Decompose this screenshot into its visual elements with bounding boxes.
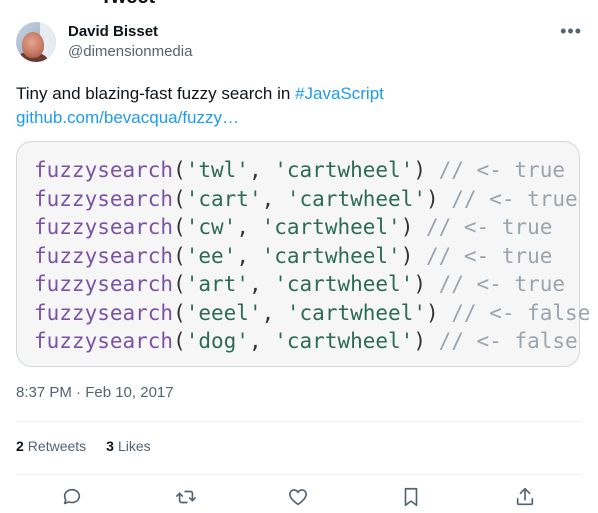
- code-query-string: 'art': [185, 272, 249, 296]
- code-punctuation: (: [173, 186, 186, 211]
- code-line: fuzzysearch('twl', 'cartwheel') // <- tr…: [34, 156, 590, 185]
- code-line: fuzzysearch('cart', 'cartwheel') // <- t…: [34, 185, 590, 214]
- code-query-string: 'cart': [185, 186, 262, 211]
- likes-label: Likes: [117, 438, 151, 454]
- code-comment: // <- true: [425, 215, 553, 239]
- code-query-string: 'cw': [185, 215, 237, 239]
- code-punctuation: ): [425, 186, 452, 211]
- code-function-name: fuzzysearch: [34, 300, 174, 325]
- code-punctuation: ): [413, 158, 439, 182]
- code-target-string: 'cartwheel': [274, 158, 414, 182]
- code-line: fuzzysearch('dog', 'cartwheel') // <- fa…: [34, 327, 590, 356]
- code-comment: // <- true: [451, 186, 578, 211]
- bookmark-icon[interactable]: [400, 486, 422, 508]
- code-function-name: fuzzysearch: [34, 272, 174, 296]
- code-line: fuzzysearch('eeel', 'cartwheel') // <- f…: [34, 299, 590, 328]
- code-target-string: 'cartwheel': [274, 272, 414, 296]
- retweets-label: Retweets: [27, 438, 87, 454]
- likes-count: 3: [106, 438, 114, 454]
- code-punctuation: ,: [261, 300, 287, 325]
- code-function-name: fuzzysearch: [34, 215, 174, 239]
- code-punctuation: ,: [236, 243, 262, 268]
- engagement-stats: 2 Retweets 3 Likes: [16, 438, 171, 454]
- code-query-string: 'ee': [185, 243, 237, 268]
- code-function-name: fuzzysearch: [34, 329, 174, 353]
- divider: [16, 474, 582, 475]
- author-handle[interactable]: @dimensionmedia: [68, 42, 192, 62]
- code-line: fuzzysearch('ee', 'cartwheel') // <- tru…: [34, 242, 590, 271]
- code-punctuation: ): [400, 243, 426, 268]
- code-query-string: 'eeel': [185, 300, 262, 325]
- likes-stat[interactable]: 3 Likes: [106, 438, 150, 454]
- code-punctuation: (: [173, 329, 186, 353]
- hashtag-link[interactable]: #JavaScript: [295, 84, 384, 103]
- code-punctuation: ,: [248, 158, 275, 182]
- retweets-stat[interactable]: 2 Retweets: [16, 438, 86, 454]
- code-function-name: fuzzysearch: [34, 243, 174, 268]
- code-comment: // <- true: [438, 158, 566, 182]
- author-display-name[interactable]: David Bisset: [68, 22, 192, 42]
- code-punctuation: ,: [248, 329, 275, 353]
- code-punctuation: ): [425, 300, 452, 325]
- retweet-icon[interactable]: [175, 486, 197, 508]
- code-comment: // <- true: [425, 243, 553, 268]
- code-punctuation: ): [400, 215, 426, 239]
- code-line: fuzzysearch('cw', 'cartwheel') // <- tru…: [34, 213, 590, 242]
- code-function-name: fuzzysearch: [34, 158, 174, 182]
- code-punctuation: ,: [248, 272, 275, 296]
- author-names: David Bisset @dimensionmedia: [68, 22, 192, 62]
- code-punctuation: (: [173, 300, 186, 325]
- tweet-author[interactable]: David Bisset @dimensionmedia: [16, 22, 192, 62]
- code-punctuation: ): [413, 329, 439, 353]
- code-punctuation: (: [173, 243, 186, 268]
- code-snippet: fuzzysearch('twl', 'cartwheel') // <- tr…: [34, 156, 590, 356]
- code-query-string: 'dog': [185, 329, 249, 353]
- tweet-timestamp[interactable]: 8:37 PM · Feb 10, 2017: [16, 384, 174, 401]
- divider: [16, 421, 582, 422]
- avatar[interactable]: [16, 22, 56, 62]
- code-target-string: 'cartwheel': [261, 243, 401, 268]
- code-punctuation: (: [173, 272, 186, 296]
- like-icon[interactable]: [287, 486, 309, 508]
- code-punctuation: (: [173, 215, 186, 239]
- tweet-url-link[interactable]: github.com/bevacqua/fuzzy…: [16, 106, 239, 130]
- reply-icon[interactable]: [61, 486, 83, 508]
- code-comment: // <- false: [451, 300, 591, 325]
- code-comment: // <- true: [438, 272, 566, 296]
- code-line: fuzzysearch('art', 'cartwheel') // <- tr…: [34, 270, 590, 299]
- tweet-text-body: Tiny and blazing-fast fuzzy search in: [16, 84, 296, 103]
- code-punctuation: ,: [261, 186, 287, 211]
- tweet-text: Tiny and blazing-fast fuzzy search in #J…: [16, 82, 384, 106]
- code-punctuation: ,: [236, 215, 262, 239]
- code-target-string: 'cartwheel': [274, 329, 414, 353]
- code-comment: // <- false: [438, 329, 578, 353]
- code-punctuation: ): [413, 272, 439, 296]
- code-target-string: 'cartwheel': [261, 215, 401, 239]
- retweets-count: 2: [16, 438, 24, 454]
- share-icon[interactable]: [514, 486, 536, 508]
- more-options-icon[interactable]: •••: [560, 22, 582, 40]
- code-query-string: 'twl': [185, 158, 249, 182]
- code-target-string: 'cartwheel': [286, 186, 426, 211]
- page-title: Tweet: [100, 0, 155, 9]
- action-bar: [0, 484, 598, 512]
- code-function-name: fuzzysearch: [34, 186, 174, 211]
- code-punctuation: (: [173, 158, 186, 182]
- code-target-string: 'cartwheel': [286, 300, 426, 325]
- code-image-card[interactable]: fuzzysearch('twl', 'cartwheel') // <- tr…: [16, 141, 590, 367]
